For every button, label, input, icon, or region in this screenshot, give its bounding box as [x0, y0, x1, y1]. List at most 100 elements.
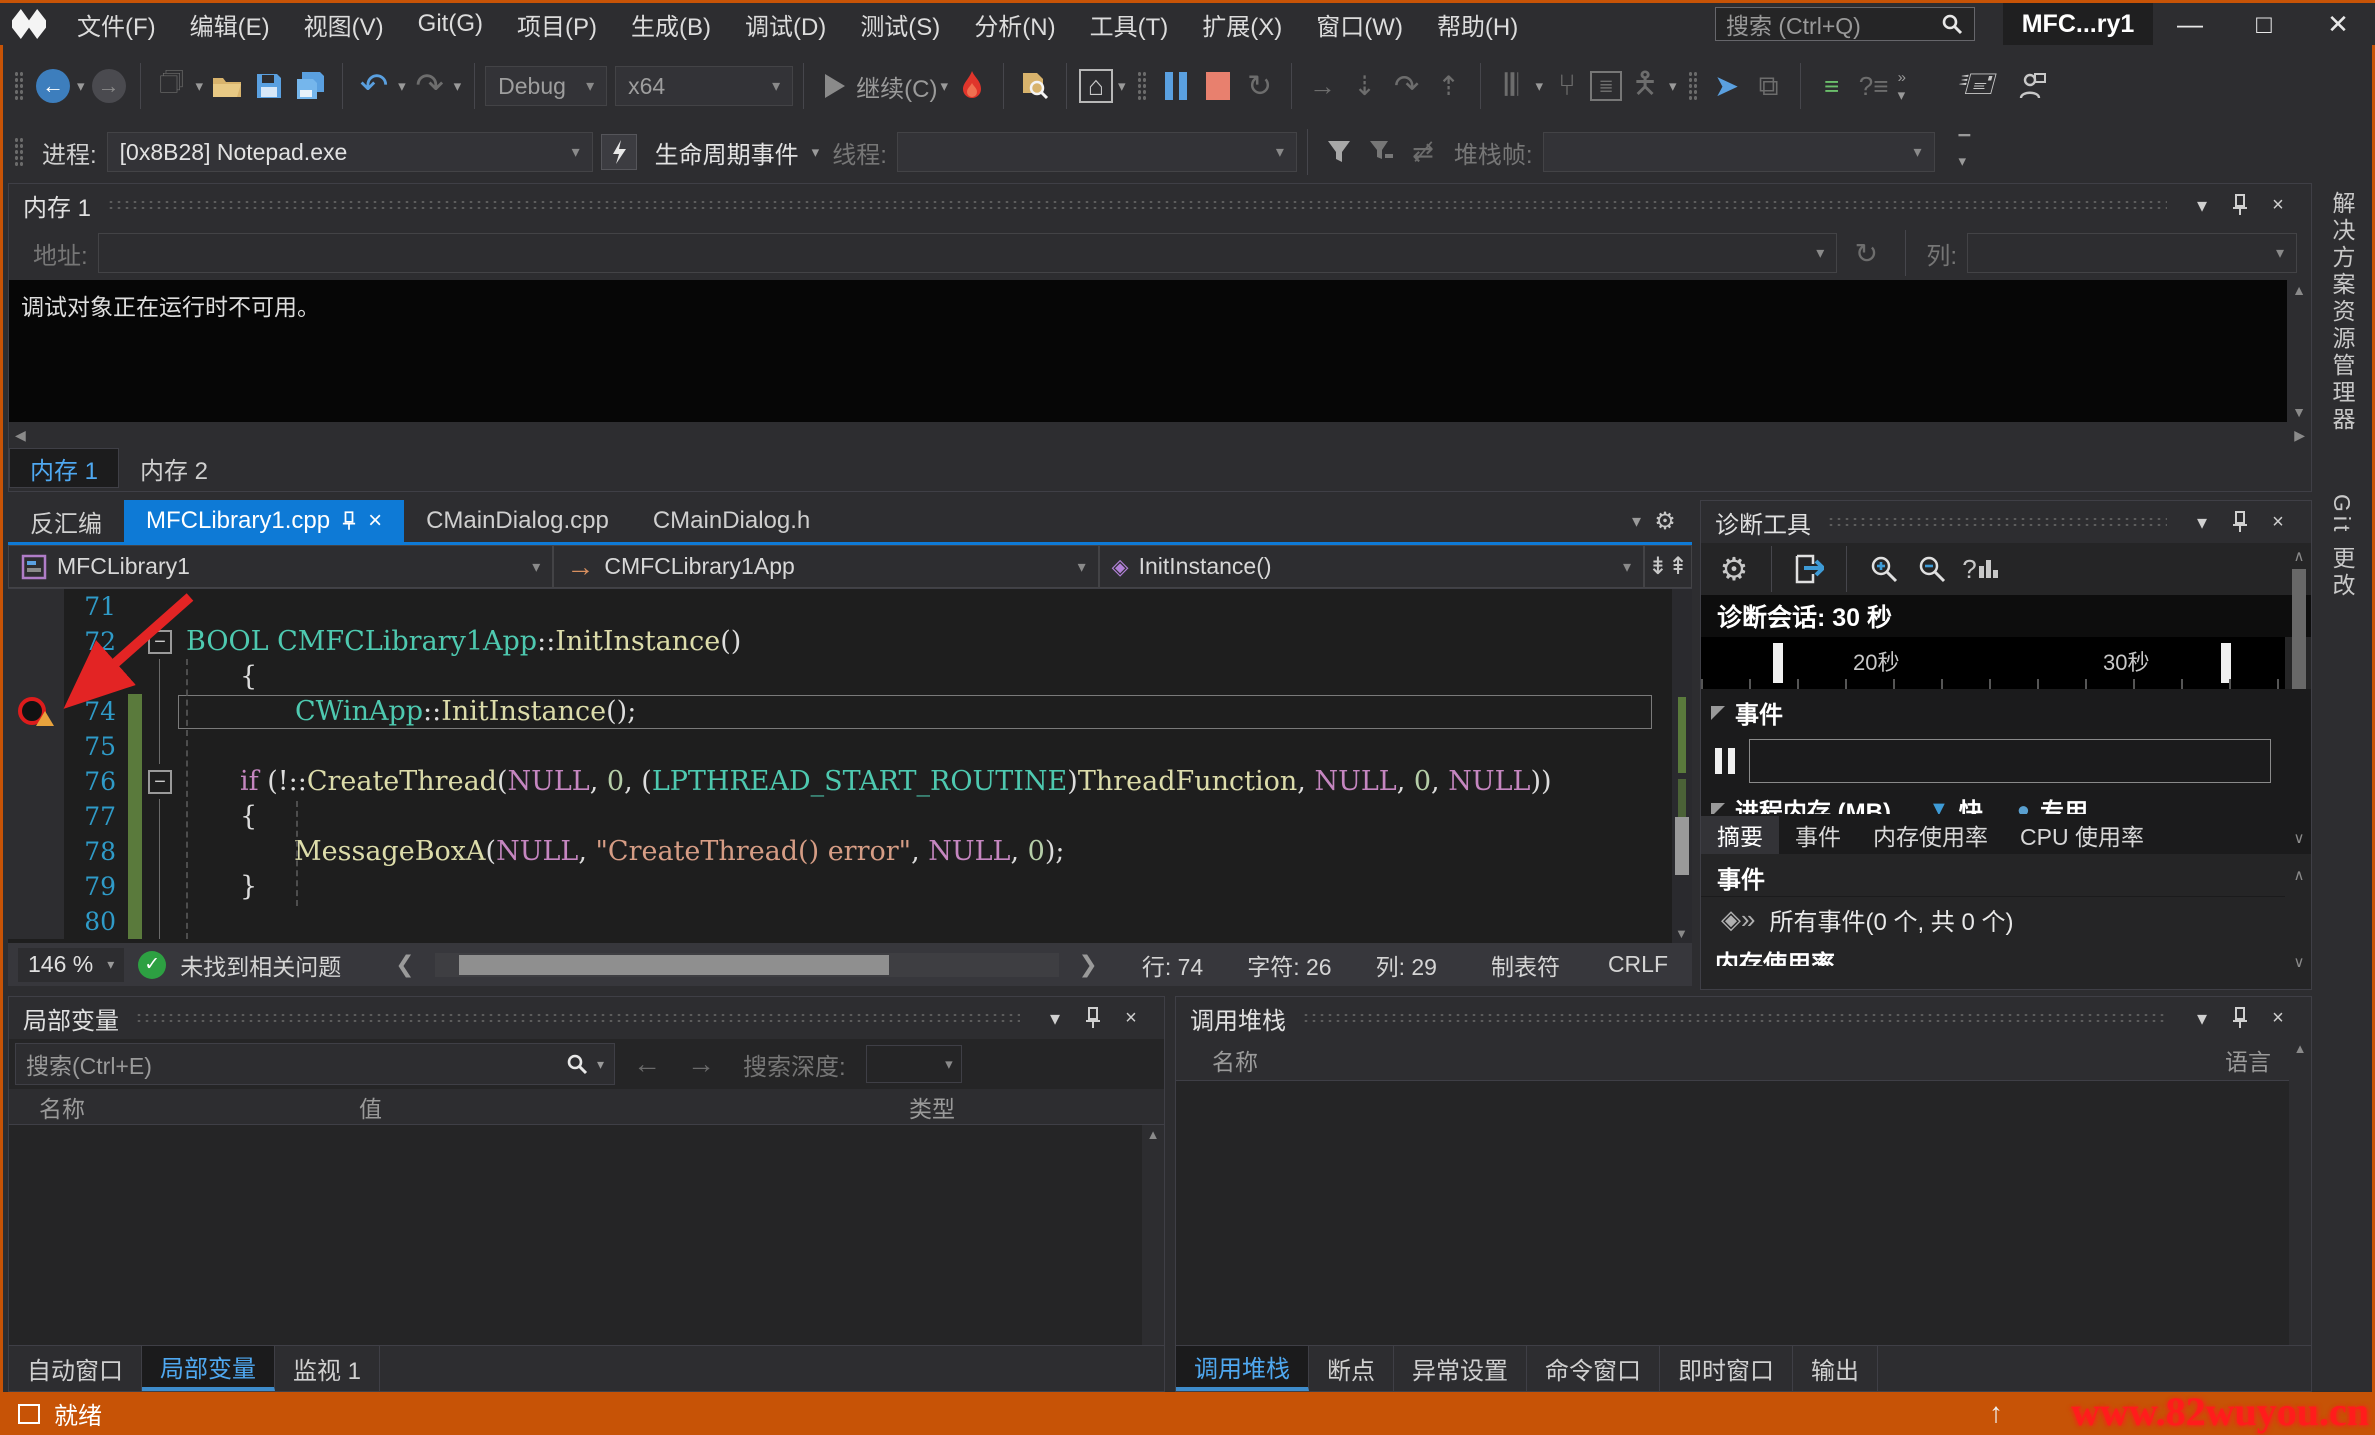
- maximize-button[interactable]: □: [2227, 3, 2301, 45]
- toolbar-drag-grip[interactable]: [14, 71, 24, 101]
- restart-debug-button[interactable]: ↻: [1241, 65, 1279, 107]
- locals-title-bar[interactable]: 局部变量 ▾ ×: [9, 997, 1164, 1039]
- column-header-name[interactable]: 名称: [1176, 1043, 2225, 1077]
- fold-margin[interactable]: [142, 799, 178, 834]
- lifecycle-events-button[interactable]: 生命周期事件: [655, 135, 799, 170]
- column-header-type[interactable]: 类型: [909, 1090, 955, 1124]
- menu-item[interactable]: 调试(D): [728, 3, 843, 45]
- document-tab[interactable]: CMainDialog.h: [631, 500, 832, 542]
- publish-arrow-icon[interactable]: ↑: [1989, 1397, 2003, 1429]
- events-section-header[interactable]: 事件: [1701, 689, 2311, 736]
- help-items-button[interactable]: ?≡: [1855, 65, 1893, 107]
- continue-button[interactable]: 继续(C): [856, 69, 937, 104]
- window-position-chevron[interactable]: ▾: [2183, 188, 2221, 222]
- character-indicator[interactable]: 字符: 26: [1247, 948, 1331, 982]
- share-button[interactable]: 🖅: [1959, 65, 1997, 107]
- save-all-button[interactable]: [292, 65, 330, 107]
- pin-icon[interactable]: [2221, 188, 2259, 222]
- navbar-split-button[interactable]: ⇟⇞: [1644, 545, 1692, 588]
- navigate-back-button[interactable]: ←: [34, 65, 72, 107]
- scroll-left-icon[interactable]: ◀: [15, 427, 26, 444]
- hot-reload-flame-icon[interactable]: [953, 65, 991, 107]
- redo-button[interactable]: ↷: [411, 65, 449, 107]
- pin-icon[interactable]: [2221, 505, 2259, 539]
- filter-threads-button[interactable]: [1320, 131, 1358, 173]
- toolbar-drag-grip[interactable]: [1688, 71, 1698, 101]
- indentation-indicator[interactable]: 制表符: [1491, 948, 1560, 982]
- locals-body[interactable]: ▲: [9, 1125, 1164, 1345]
- locals-tab-active[interactable]: 局部变量: [142, 1346, 275, 1391]
- search-options-chevron[interactable]: ▾: [597, 1056, 604, 1073]
- step-over-button[interactable]: ↷: [1388, 65, 1426, 107]
- column-header-name[interactable]: 名称: [9, 1090, 359, 1124]
- menu-item[interactable]: 项目(P): [500, 3, 614, 45]
- document-tab[interactable]: CMainDialog.cpp: [404, 500, 631, 542]
- close-icon[interactable]: ×: [2259, 1001, 2297, 1035]
- scroll-down-icon[interactable]: ▼: [1675, 926, 1688, 941]
- search-next-icon[interactable]: →: [679, 1048, 723, 1080]
- scroll-down-icon[interactable]: ▼: [2292, 404, 2306, 420]
- window-position-chevron[interactable]: ▾: [2183, 505, 2221, 539]
- scrollbar-thumb[interactable]: [1675, 817, 1689, 875]
- pause-events-icon[interactable]: [1715, 748, 1735, 774]
- breakpoint-margin[interactable]: [8, 694, 64, 729]
- fold-margin[interactable]: −: [142, 624, 178, 659]
- new-project-dropdown[interactable]: ▾: [196, 77, 204, 95]
- open-folder-button[interactable]: [208, 65, 246, 107]
- document-tab[interactable]: 反汇编: [8, 500, 124, 542]
- redo-dropdown[interactable]: ▾: [454, 77, 462, 95]
- tab-options-gear-icon[interactable]: ⚙: [1646, 500, 1684, 542]
- scroll-up-icon[interactable]: ∧: [2294, 547, 2305, 565]
- pin-icon[interactable]: [2221, 1001, 2259, 1035]
- close-icon[interactable]: ×: [1112, 1001, 1150, 1035]
- lifecycle-events-icon[interactable]: [601, 134, 637, 170]
- solution-configuration-select[interactable]: Debug▾: [485, 66, 607, 106]
- thread-select[interactable]: ▾: [897, 132, 1297, 172]
- menu-item[interactable]: 测试(S): [843, 3, 957, 45]
- minimize-button[interactable]: —: [2153, 3, 2227, 45]
- diagnostics-scrollbar-lower[interactable]: ∧ ∨: [2288, 866, 2310, 971]
- breakpoint-margin[interactable]: [8, 589, 64, 624]
- screenshot-tool-button[interactable]: ⌂: [1079, 69, 1113, 103]
- search-depth-select[interactable]: ▾: [866, 1045, 962, 1083]
- editor-vertical-scrollbar[interactable]: ▼: [1672, 589, 1692, 943]
- pin-icon[interactable]: [342, 511, 356, 531]
- class-dropdown[interactable]: → CMFCLibrary1App▾: [553, 545, 1098, 588]
- member-dropdown[interactable]: ◈ InitInstance()▾: [1099, 545, 1644, 588]
- undo-button[interactable]: ↶: [355, 65, 393, 107]
- line-indicator[interactable]: 行: 74: [1142, 948, 1203, 982]
- menu-item[interactable]: 编辑(E): [173, 3, 287, 45]
- chart-options-icon[interactable]: ?: [1961, 548, 1999, 590]
- navigate-forward-button[interactable]: →: [90, 65, 128, 107]
- fold-margin[interactable]: [142, 904, 178, 939]
- pin-icon[interactable]: [1074, 1001, 1112, 1035]
- refresh-icon[interactable]: ↻: [1847, 232, 1885, 274]
- scroll-down-icon[interactable]: ∨: [2294, 953, 2305, 971]
- modules-window-button[interactable]: ≣: [1590, 71, 1622, 101]
- menu-item[interactable]: 分析(N): [957, 3, 1072, 45]
- memory1-title-bar[interactable]: 内存 1 ▾ ×: [9, 184, 2311, 226]
- window-position-chevron[interactable]: ▾: [2183, 1001, 2221, 1035]
- close-icon[interactable]: ×: [368, 507, 382, 535]
- git-changes-vertical-tab[interactable]: Git 更改: [2325, 494, 2359, 600]
- window-drag-grip[interactable]: [1302, 1012, 2167, 1024]
- save-button[interactable]: [250, 65, 288, 107]
- window-drag-grip[interactable]: [107, 199, 2167, 211]
- continue-play-icon[interactable]: [816, 65, 854, 107]
- menu-item[interactable]: 生成(B): [614, 3, 728, 45]
- memory-vertical-scrollbar[interactable]: ▲▼: [2287, 280, 2311, 422]
- toolbar-drag-grip[interactable]: [14, 137, 24, 167]
- breakpoint-margin[interactable]: [8, 659, 64, 694]
- breakpoint-margin[interactable]: [8, 799, 64, 834]
- menu-item[interactable]: 帮助(H): [1420, 3, 1535, 45]
- scroll-left-icon[interactable]: ❮: [395, 951, 414, 978]
- breakpoint-margin[interactable]: [8, 729, 64, 764]
- lifecycle-events-dropdown[interactable]: ▾: [812, 143, 820, 161]
- close-icon[interactable]: ×: [2259, 505, 2297, 539]
- menu-item[interactable]: 工具(T): [1073, 3, 1186, 45]
- debug-location-overflow-chevron[interactable]: ▔▾: [1959, 134, 1971, 170]
- search-previous-icon[interactable]: ←: [625, 1048, 669, 1080]
- callstack-tab[interactable]: 断点: [1309, 1346, 1394, 1391]
- memory-horizontal-scrollbar[interactable]: ◀ ▶: [9, 422, 2311, 448]
- collapse-minus-icon[interactable]: −: [148, 770, 172, 794]
